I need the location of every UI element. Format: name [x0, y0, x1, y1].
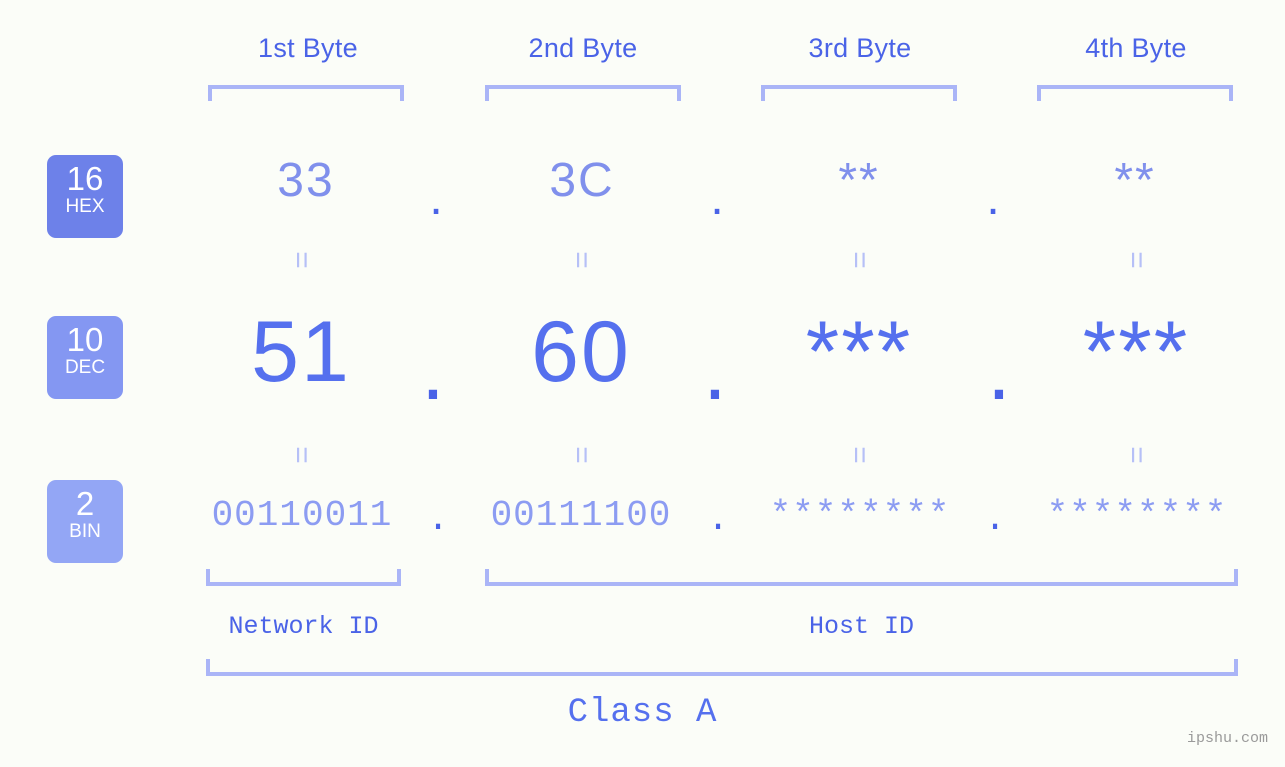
- bin-value-4: ********: [1046, 495, 1228, 536]
- base-badge-hex-number: 16: [66, 160, 104, 197]
- bin-dot-3: .: [984, 499, 1006, 540]
- hex-dot-2: .: [710, 172, 724, 225]
- class-label: Class A: [567, 694, 718, 732]
- site-watermark: ipshu.com: [1186, 730, 1268, 747]
- equality-mark-dec-bin-4: =: [1120, 446, 1153, 464]
- byte-header-3: 3rd Byte: [808, 33, 912, 63]
- byte-bracket-3: [761, 85, 957, 101]
- dec-dot-2: .: [703, 322, 727, 418]
- base-badge-bin-number: 2: [75, 485, 95, 522]
- base-badge-hex-abbr: HEX: [65, 196, 105, 217]
- equality-mark-dec-bin-2: =: [565, 446, 598, 464]
- byte-header-2: 2nd Byte: [528, 33, 638, 63]
- bin-dot-2: .: [707, 499, 729, 540]
- equality-mark-dec-bin-3: =: [843, 446, 876, 464]
- class-bracket: [206, 659, 1238, 676]
- bin-value-3: ********: [769, 495, 951, 536]
- base-badge-bin-abbr: BIN: [69, 521, 101, 542]
- base-badge-dec-abbr: DEC: [64, 357, 106, 378]
- dec-dot-3: .: [987, 322, 1011, 418]
- network-id-label: Network ID: [228, 612, 379, 641]
- bin-value-2: 00111100: [490, 495, 672, 536]
- network-id-bracket: [206, 569, 401, 586]
- equality-mark-dec-bin-1: =: [285, 446, 318, 464]
- bin-dot-1: .: [427, 499, 449, 540]
- dec-dot-1: .: [421, 322, 445, 418]
- base-badge-dec: 10 DEC: [47, 316, 123, 399]
- host-id-bracket: [485, 569, 1238, 586]
- byte-bracket-1: [208, 85, 404, 101]
- ip-breakdown-diagram: 1st Byte 2nd Byte 3rd Byte 4th Byte 16 H…: [0, 0, 1285, 767]
- byte-bracket-4: [1037, 85, 1233, 101]
- bin-value-1: 00110011: [211, 495, 393, 536]
- base-badge-dec-number: 10: [66, 321, 104, 358]
- hex-dot-1: .: [429, 172, 443, 225]
- hex-dot-3: .: [986, 172, 1000, 225]
- base-badge-hex: 16 HEX: [47, 155, 123, 238]
- byte-bracket-2: [485, 85, 681, 101]
- host-id-label: Host ID: [808, 612, 915, 641]
- byte-header-4: 4th Byte: [1085, 33, 1187, 63]
- byte-header-1: 1st Byte: [258, 33, 358, 63]
- base-badge-bin: 2 BIN: [47, 480, 123, 563]
